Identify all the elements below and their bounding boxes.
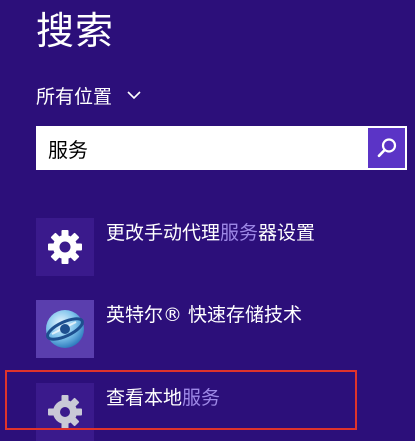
search-results-list: 更改手动代理服务器设置 英特尔® 快速存储技术 查看本地服务 xyxy=(0,0,415,441)
search-result-proxy-settings[interactable]: 更改手动代理服务器设置 xyxy=(36,218,366,276)
intel-rst-icon xyxy=(46,310,84,348)
search-result-view-local-services[interactable]: 查看本地服务 xyxy=(36,383,366,441)
result-tile xyxy=(36,383,94,441)
gear-icon xyxy=(48,230,82,264)
services-gear-icon xyxy=(48,395,82,429)
result-label: 英特尔® 快速存储技术 xyxy=(106,304,303,326)
result-label: 查看本地服务 xyxy=(106,387,221,409)
search-result-intel-rst[interactable]: 英特尔® 快速存储技术 xyxy=(36,300,366,358)
result-tile xyxy=(36,218,94,276)
result-tile xyxy=(36,300,94,358)
result-label: 更改手动代理服务器设置 xyxy=(106,222,316,244)
